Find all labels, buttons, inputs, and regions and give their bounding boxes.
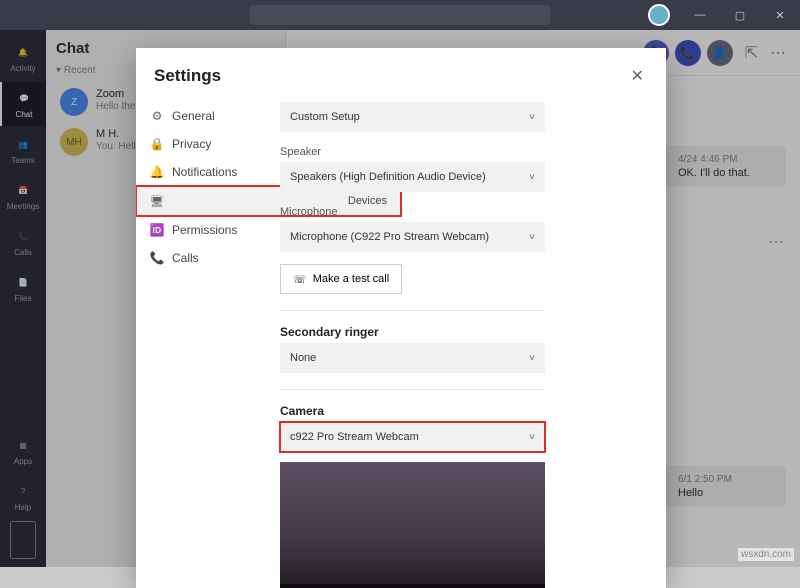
speaker-label: Speaker: [280, 146, 644, 158]
chevron-down-icon: ˅: [529, 353, 535, 364]
secondary-ringer-select[interactable]: None ˅: [280, 343, 545, 373]
settings-nav-permissions[interactable]: 🆔 Permissions: [136, 216, 276, 244]
make-test-call-button[interactable]: ☏ Make a test call: [280, 264, 402, 294]
nav-label: Calls: [172, 251, 199, 265]
chevron-down-icon: ˅: [529, 432, 535, 443]
camera-label: Camera: [280, 404, 644, 418]
devices-icon: 🖥: [150, 195, 164, 208]
modal-close-button[interactable]: ✕: [627, 62, 648, 90]
nav-label: Privacy: [172, 137, 211, 151]
divider: [280, 389, 545, 390]
settings-nav: ⚙ General 🔒 Privacy 🔔 Notifications 🖥 De…: [136, 98, 276, 588]
select-value: Custom Setup: [290, 111, 360, 123]
global-search[interactable]: [250, 5, 550, 25]
settings-panel: Custom Setup ˅ Speaker Speakers (High De…: [276, 98, 666, 588]
microphone-select[interactable]: Microphone (C922 Pro Stream Webcam) ˅: [280, 222, 545, 252]
test-call-icon: ☏: [293, 273, 307, 286]
window-minimize[interactable]: —: [680, 0, 720, 30]
window-close[interactable]: ✕: [760, 0, 800, 30]
select-value: None: [290, 352, 316, 364]
select-value: Microphone (C922 Pro Stream Webcam): [290, 231, 489, 243]
nav-label: Notifications: [172, 165, 237, 179]
window-titlebar: — ▢ ✕: [0, 0, 800, 30]
settings-nav-notifications[interactable]: 🔔 Notifications: [136, 158, 276, 186]
microphone-label: Microphone: [280, 206, 644, 218]
button-label: Make a test call: [313, 273, 389, 285]
camera-preview: Preview: [280, 462, 545, 588]
settings-nav-general[interactable]: ⚙ General: [136, 102, 276, 130]
badge-icon: 🆔: [150, 223, 164, 237]
gear-icon: ⚙: [150, 109, 164, 123]
nav-label: General: [172, 109, 215, 123]
select-value: c922 Pro Stream Webcam: [290, 431, 419, 443]
lock-icon: 🔒: [150, 137, 164, 151]
phone-icon: 📞: [150, 251, 164, 265]
speaker-select[interactable]: Speakers (High Definition Audio Device) …: [280, 162, 545, 192]
chevron-down-icon: ˅: [529, 112, 535, 123]
nav-label: Permissions: [172, 223, 237, 237]
chevron-down-icon: ˅: [529, 232, 535, 243]
select-value: Speakers (High Definition Audio Device): [290, 171, 486, 183]
window-maximize[interactable]: ▢: [720, 0, 760, 30]
bell-icon: 🔔: [150, 165, 164, 179]
chevron-down-icon: ˅: [529, 172, 535, 183]
audio-devices-select[interactable]: Custom Setup ˅: [280, 102, 545, 132]
settings-nav-privacy[interactable]: 🔒 Privacy: [136, 130, 276, 158]
divider: [280, 310, 545, 311]
settings-modal: Settings ✕ ⚙ General 🔒 Privacy 🔔 Notific…: [136, 48, 666, 588]
camera-select[interactable]: c922 Pro Stream Webcam ˅: [280, 422, 545, 452]
secondary-ringer-label: Secondary ringer: [280, 325, 644, 339]
preview-label: Preview: [280, 584, 545, 588]
settings-nav-calls[interactable]: 📞 Calls: [136, 244, 276, 272]
profile-avatar[interactable]: [648, 4, 670, 26]
watermark: wsxdn.com: [738, 548, 794, 561]
modal-overlay[interactable]: Settings ✕ ⚙ General 🔒 Privacy 🔔 Notific…: [0, 30, 800, 567]
settings-title: Settings: [154, 66, 221, 86]
